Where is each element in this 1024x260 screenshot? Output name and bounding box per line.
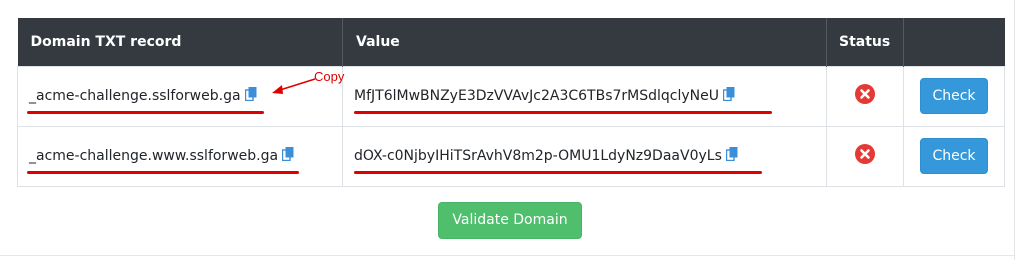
panel-bottom-border: [0, 255, 1014, 256]
copy-icon[interactable]: [725, 147, 738, 161]
table-row: _acme-challenge.www.sslforweb.ga dOX-c0N…: [17, 125, 1005, 187]
copy-icon[interactable]: [282, 147, 294, 161]
domain-text[interactable]: _acme-challenge.www.sslforweb.ga: [29, 148, 278, 164]
column-header-value: Value: [342, 18, 827, 66]
value-text[interactable]: MfJT6lMwBNZyE3DzVVAvJc2A3C6TBs7rMSdlqcly…: [354, 88, 719, 104]
error-x-icon: [855, 84, 875, 104]
check-button[interactable]: Check: [920, 138, 988, 174]
validate-domain-button[interactable]: Validate Domain: [438, 202, 582, 239]
column-header-domain: Domain TXT record: [17, 18, 343, 66]
action-cell: Check: [903, 65, 1005, 127]
txt-value: dOX-c0NjbyIHiTSrAvhV8m2p-OMU1LdyNz9DaaV0…: [354, 147, 762, 174]
domain-cell: _acme-challenge.www.sslforweb.ga: [17, 125, 343, 187]
value-cell: MfJT6lMwBNZyE3DzVVAvJc2A3C6TBs7rMSdlqcly…: [342, 65, 827, 127]
value-text[interactable]: dOX-c0NjbyIHiTSrAvhV8m2p-OMU1LdyNz9DaaV0…: [354, 148, 722, 164]
column-header-status: Status: [826, 18, 904, 66]
domain-value: _acme-challenge.www.sslforweb.ga: [27, 147, 299, 174]
table-row: _acme-challenge.sslforweb.ga MfJT6lMwBNZ…: [17, 65, 1005, 127]
txt-records-table: Domain TXT record Value Status _acme-cha…: [17, 18, 1005, 187]
red-underline-annotation: [354, 171, 762, 174]
domain-text[interactable]: _acme-challenge.sslforweb.ga: [29, 88, 241, 104]
copy-annotation-label: Copy: [314, 69, 345, 84]
column-header-action: [904, 18, 1005, 66]
txt-value: MfJT6lMwBNZyE3DzVVAvJc2A3C6TBs7rMSdlqcly…: [354, 87, 772, 114]
red-underline-annotation: [27, 111, 264, 114]
copy-icon[interactable]: [723, 87, 735, 101]
status-cell: [826, 65, 904, 127]
red-arrow-annotation: [272, 78, 316, 94]
action-cell: Check: [903, 125, 1005, 187]
panel-right-border: [1014, 0, 1015, 260]
dns-verification-panel: Domain TXT record Value Status _acme-cha…: [0, 0, 1024, 260]
red-underline-annotation: [354, 111, 772, 114]
error-x-icon: [855, 144, 875, 164]
check-button[interactable]: Check: [920, 78, 988, 114]
copy-icon[interactable]: [244, 87, 257, 101]
domain-cell: _acme-challenge.sslforweb.ga: [17, 65, 343, 127]
red-underline-annotation: [27, 171, 299, 174]
value-cell: dOX-c0NjbyIHiTSrAvhV8m2p-OMU1LdyNz9DaaV0…: [342, 125, 827, 187]
status-cell: [826, 125, 904, 187]
domain-value: _acme-challenge.sslforweb.ga: [27, 87, 264, 114]
table-header-row: Domain TXT record Value Status: [17, 18, 1005, 66]
